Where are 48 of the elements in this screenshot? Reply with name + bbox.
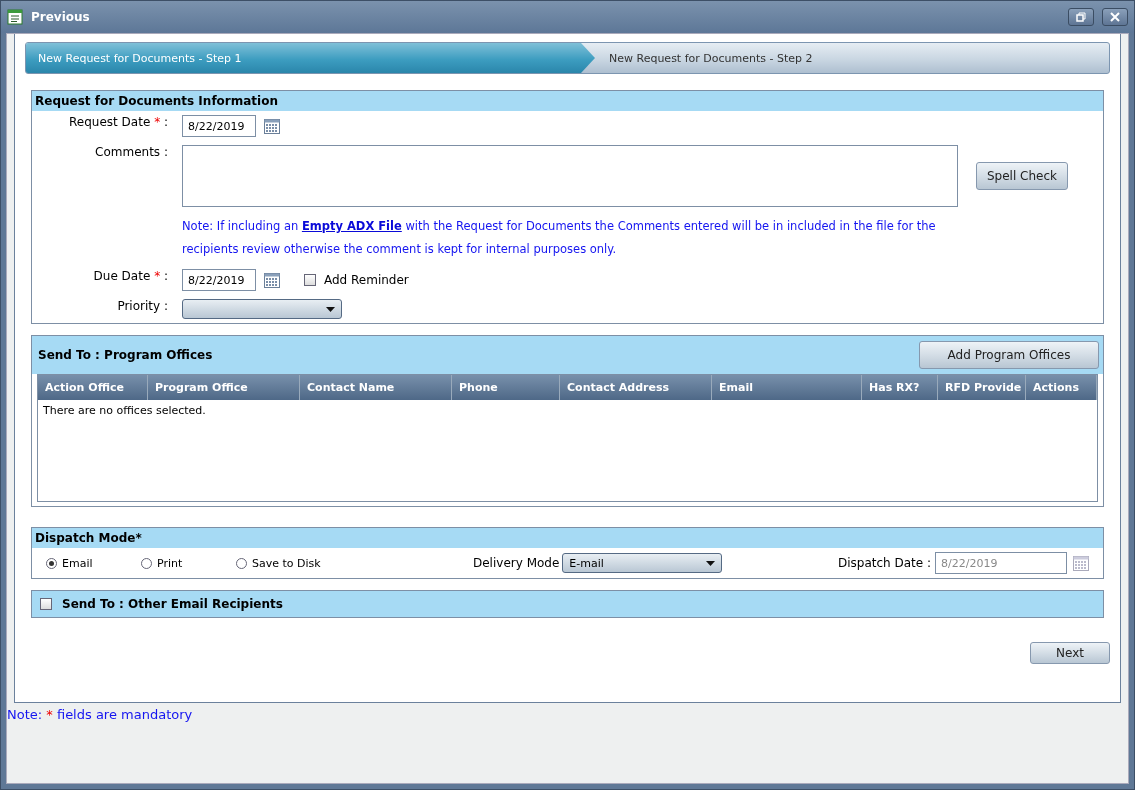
field-label: Comments : [94, 145, 169, 161]
calendar-icon[interactable] [264, 272, 280, 288]
delivery-mode-dropdown[interactable]: E-mail [562, 553, 723, 573]
column-header[interactable]: Email [712, 375, 862, 400]
next-button[interactable]: Next [1030, 642, 1110, 664]
column-header[interactable]: Actions [1026, 375, 1097, 400]
window-title: Previous [31, 10, 91, 24]
mandatory-note: Note: * fields are mandatory [7, 706, 194, 722]
calendar-icon[interactable] [264, 118, 280, 134]
column-header[interactable]: Contact Address [560, 375, 712, 400]
checkbox[interactable] [40, 598, 52, 610]
empty-message: There are no offices selected. [42, 403, 207, 419]
spell-check-button[interactable]: Spell Check [976, 162, 1068, 190]
caret-icon [706, 560, 716, 566]
comments-field[interactable] [182, 145, 958, 207]
section-title: Send To : Program Offices [38, 348, 213, 362]
checkbox-label: Add Reminder [324, 273, 409, 287]
radio-option[interactable]: Email [46, 556, 141, 570]
close-button[interactable] [1102, 8, 1128, 26]
column-header[interactable]: Contact Name [300, 375, 452, 400]
link[interactable]: Empty ADX File [301, 219, 402, 233]
radio-option[interactable]: Save to Disk [236, 556, 331, 570]
column-header[interactable]: Action Office [38, 375, 148, 400]
date-field[interactable]: 8/22/2019 [182, 269, 256, 291]
column-header[interactable]: Program Office [148, 375, 300, 400]
checkbox[interactable] [304, 274, 316, 286]
caret-icon [326, 306, 335, 312]
form-icon [7, 9, 23, 25]
field-label: Due Date * : [92, 269, 169, 285]
priority-dropdown[interactable] [182, 299, 342, 319]
restore-icon [1076, 12, 1086, 22]
date-field[interactable]: 8/22/2019 [182, 115, 256, 137]
add-program-offices-button[interactable]: Add Program Offices [919, 341, 1099, 369]
note-text: Note: If including an Empty ADX File with the Request for Documents the Comments entered will be in included in the file for the recipients review otherwise the comment is kept for internal purposes only. [182, 218, 937, 258]
field-label: Priority : [116, 299, 169, 315]
section-header: Request for Documents Information [32, 91, 1103, 111]
date-field[interactable]: 8/22/2019 [935, 552, 1067, 574]
column-header[interactable]: RFD Provide [938, 375, 1026, 400]
restore-button[interactable] [1068, 8, 1094, 26]
field-label: Request Date * : [68, 115, 169, 131]
section-header: Dispatch Mode* [32, 528, 1103, 548]
radio-option[interactable]: Print [141, 556, 236, 570]
column-header[interactable]: Phone [452, 375, 560, 400]
column-header[interactable]: Has RX? [862, 375, 938, 400]
close-icon [1110, 12, 1120, 22]
section-title: Send To : Other Email Recipients [62, 597, 283, 611]
field-label: Delivery Mode [473, 556, 560, 570]
field-label: Dispatch Date : [837, 556, 931, 570]
